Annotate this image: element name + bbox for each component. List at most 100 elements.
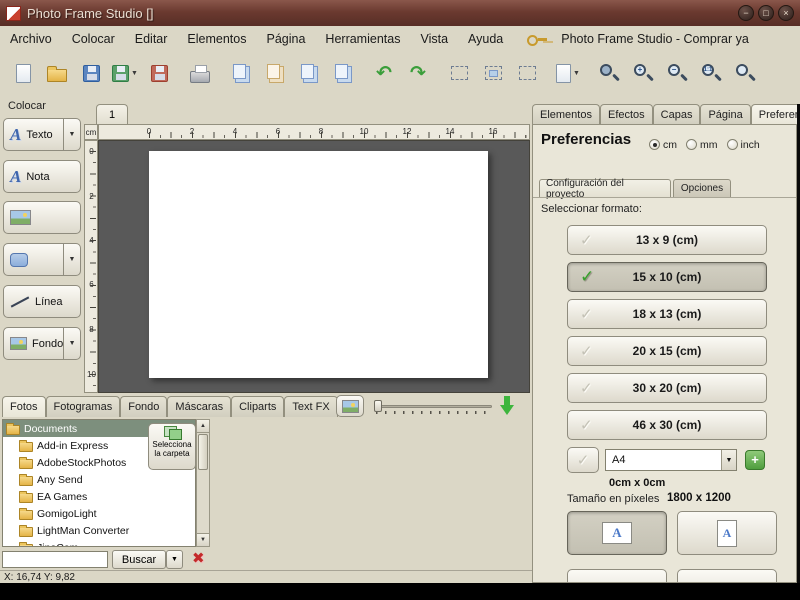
select-region-button[interactable] (442, 57, 476, 89)
menu-item-vista[interactable]: Vista (410, 28, 458, 50)
texto-tool-button[interactable]: ATexto ▼ (3, 118, 81, 151)
bottom-action-button-1[interactable] (567, 569, 667, 583)
tree-item[interactable]: JinoCam (3, 539, 195, 547)
tab-efectos[interactable]: Efectos (600, 104, 653, 124)
zoom-fit-button[interactable] (728, 57, 762, 89)
menu-item-elementos[interactable]: Elementos (177, 28, 256, 50)
tab-fotos[interactable]: Fotos (2, 396, 46, 417)
print-button[interactable] (183, 57, 217, 89)
paper-size-value: A4 (606, 454, 721, 466)
select-folder-button[interactable]: Selecciona la carpeta (148, 423, 196, 470)
image-tool-button[interactable] (3, 201, 81, 234)
copy-page-button[interactable] (224, 57, 258, 89)
add-format-button[interactable]: + (745, 450, 765, 470)
search-input[interactable] (2, 551, 108, 568)
minimize-button[interactable]: − (738, 5, 754, 21)
clear-search-button[interactable]: ✖ (192, 549, 205, 567)
nota-tool-button[interactable]: ANota (3, 160, 81, 193)
fondo-dropdown-button[interactable]: ▼ (63, 328, 80, 359)
zoom-out-button[interactable]: − (660, 57, 694, 89)
buy-now-link[interactable]: Photo Frame Studio - Comprar ya (551, 28, 759, 50)
ruler-label: 6 (276, 127, 280, 136)
document-page[interactable] (149, 151, 488, 378)
menu-item-archivo[interactable]: Archivo (0, 28, 62, 50)
bottom-action-button-2[interactable] (677, 569, 777, 583)
page-tab[interactable]: 1 (96, 104, 128, 124)
shape-tool-button[interactable]: ▼ (3, 243, 81, 276)
format-18x13-button[interactable]: ✓18 x 13 (cm) (567, 299, 767, 329)
open-folder-button[interactable] (40, 57, 74, 89)
text-icon: A (10, 126, 21, 143)
crop-button[interactable] (510, 57, 544, 89)
zoom-window-button[interactable] (592, 57, 626, 89)
format-30x20-button[interactable]: ✓30 x 20 (cm) (567, 373, 767, 403)
unit-radio-inch[interactable]: inch (727, 135, 760, 153)
format-46x30-button[interactable]: ✓46 x 30 (cm) (567, 410, 767, 440)
thumbnail-size-slider[interactable] (374, 399, 492, 414)
menu-bar: Archivo Colocar Editar Elementos Página … (0, 26, 800, 52)
subtab-opciones[interactable]: Opciones (673, 179, 731, 197)
menu-item-ayuda[interactable]: Ayuda (458, 28, 513, 50)
format-20x15-button[interactable]: ✓20 x 15 (cm) (567, 336, 767, 366)
unit-radio-cm[interactable]: cm (649, 135, 677, 153)
tab-capas[interactable]: Capas (653, 104, 701, 124)
slider-handle[interactable] (374, 400, 382, 412)
redo-icon: ↷ (410, 64, 426, 83)
tab-fotogramas[interactable]: Fotogramas (46, 396, 121, 417)
ruler-label: 10 (360, 127, 369, 136)
format-custom-button[interactable]: ✓ (567, 447, 599, 473)
menu-item-herramientas[interactable]: Herramientas (315, 28, 410, 50)
menu-item-editar[interactable]: Editar (125, 28, 178, 50)
note-icon: A (10, 168, 21, 185)
search-button[interactable]: Buscar (112, 550, 166, 569)
app-logo-icon (6, 6, 21, 21)
subtab-configuracion[interactable]: Configuración del proyecto (539, 179, 671, 197)
export-button[interactable]: ▼ (551, 57, 585, 89)
orientation-landscape-button[interactable]: A (567, 511, 667, 555)
scroll-down-icon[interactable]: ▼ (197, 533, 209, 546)
close-button[interactable]: × (778, 5, 794, 21)
scroll-up-icon[interactable]: ▲ (197, 420, 209, 433)
transform-button[interactable] (476, 57, 510, 89)
redo-button[interactable]: ↷ (401, 57, 435, 89)
tab-mascaras[interactable]: Máscaras (167, 396, 231, 417)
clone-page-button[interactable] (326, 57, 360, 89)
orientation-portrait-button[interactable]: A (677, 511, 777, 555)
menu-item-pagina[interactable]: Página (256, 28, 315, 50)
format-13x9-button[interactable]: ✓13 x 9 (cm) (567, 225, 767, 255)
tab-textfx[interactable]: Text FX (284, 396, 337, 417)
duplicate-page-button[interactable] (292, 57, 326, 89)
tree-item[interactable]: LightMan Converter (3, 522, 195, 539)
tab-cliparts[interactable]: Cliparts (231, 396, 284, 417)
paper-size-select[interactable]: A4 ▼ (605, 449, 737, 471)
texto-dropdown-button[interactable]: ▼ (63, 119, 80, 150)
scrollbar-thumb[interactable] (198, 434, 208, 470)
paste-page-button[interactable] (258, 57, 292, 89)
tree-scrollbar[interactable]: ▲ ▼ (196, 419, 210, 547)
maximize-button[interactable]: □ (758, 5, 774, 21)
unit-radio-mm[interactable]: mm (686, 135, 718, 153)
new-document-button[interactable] (6, 57, 40, 89)
tab-pagina[interactable]: Página (700, 104, 750, 124)
canvas-area[interactable] (98, 140, 530, 393)
zoom-actual-button[interactable]: 1:1 (694, 57, 728, 89)
landscape-page-icon: A (602, 522, 632, 544)
format-15x10-button[interactable]: ✓15 x 10 (cm) (567, 262, 767, 292)
shape-dropdown-button[interactable]: ▼ (63, 244, 80, 275)
thumbnail-view-button[interactable] (336, 395, 364, 417)
tree-item[interactable]: Any Send (3, 471, 195, 488)
save-button[interactable] (74, 57, 108, 89)
export-image-button[interactable] (142, 57, 176, 89)
tab-preferencias[interactable]: Preferencias (751, 104, 800, 124)
save-as-button[interactable]: ▼ (108, 57, 142, 89)
tab-elementos[interactable]: Elementos (532, 104, 600, 124)
menu-item-colocar[interactable]: Colocar (62, 28, 125, 50)
linea-tool-button[interactable]: Línea (3, 285, 81, 318)
tree-item[interactable]: EA Games (3, 488, 195, 505)
search-dropdown-button[interactable]: ▼ (166, 550, 183, 569)
undo-button[interactable]: ↶ (367, 57, 401, 89)
zoom-in-button[interactable]: + (626, 57, 660, 89)
tree-item[interactable]: GomigoLight (3, 505, 195, 522)
tab-fondo[interactable]: Fondo (120, 396, 167, 417)
fondo-tool-button[interactable]: Fondo ▼ (3, 327, 81, 360)
